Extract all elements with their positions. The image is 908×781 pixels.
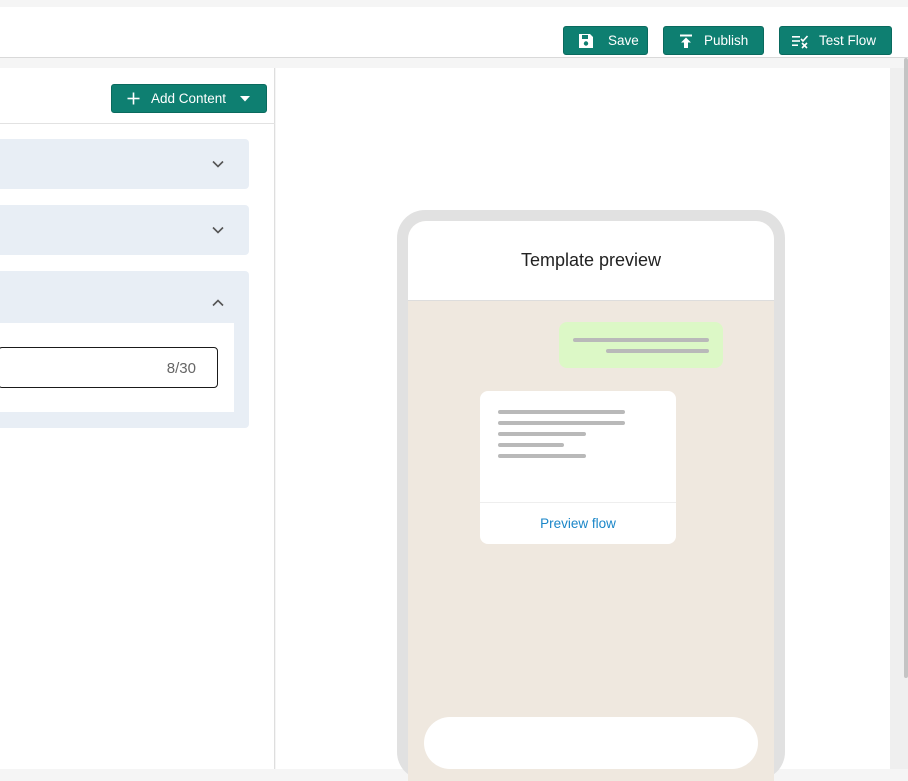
- test-flow-label: Test Flow: [819, 33, 877, 48]
- outgoing-message-bubble: [559, 322, 723, 368]
- message-placeholder-line: [498, 443, 564, 447]
- add-content-label: Add Content: [151, 91, 227, 106]
- character-counter: 8/30: [166, 360, 196, 377]
- save-button[interactable]: Save: [563, 26, 648, 55]
- save-icon: [577, 32, 595, 50]
- top-toolbar: Save Publish Test Flow: [0, 0, 908, 58]
- add-content-button[interactable]: Add Content: [111, 84, 267, 113]
- editor-panel: Add Content 8/30: [0, 68, 275, 769]
- plus-icon: [127, 92, 140, 105]
- chevron-down-icon[interactable]: [211, 157, 225, 171]
- checklist-icon: [791, 32, 809, 50]
- preview-title: Template preview: [408, 221, 774, 301]
- phone-mockup: Template preview Preview flow: [397, 210, 785, 781]
- save-label: Save: [608, 33, 639, 48]
- editor-header: Add Content: [0, 68, 275, 124]
- message-placeholder-line: [498, 454, 586, 458]
- test-flow-button[interactable]: Test Flow: [779, 26, 892, 55]
- message-placeholder-line: [498, 432, 586, 436]
- message-placeholder-line: [606, 349, 709, 353]
- message-input-bar[interactable]: [424, 717, 758, 769]
- phone-screen: Template preview Preview flow: [408, 221, 774, 781]
- caret-down-icon[interactable]: [240, 95, 251, 102]
- preview-flow-link[interactable]: Preview flow: [480, 502, 676, 544]
- message-placeholder-line: [498, 421, 625, 425]
- text-field[interactable]: 8/30: [0, 347, 218, 388]
- scrollbar[interactable]: [904, 58, 908, 678]
- accordion-section-3[interactable]: 8/30: [0, 271, 249, 428]
- accordion-section-2[interactable]: [0, 205, 249, 255]
- publish-button[interactable]: Publish: [663, 26, 764, 55]
- accordion-body: 8/30: [0, 323, 234, 412]
- message-placeholder-line: [573, 338, 709, 342]
- accordion-section-1[interactable]: [0, 139, 249, 189]
- chevron-up-icon[interactable]: [211, 296, 225, 310]
- publish-label: Publish: [704, 33, 749, 48]
- flow-message-card: Preview flow: [480, 391, 676, 544]
- chevron-down-icon[interactable]: [211, 223, 225, 237]
- message-placeholder-line: [498, 410, 625, 414]
- publish-icon: [677, 32, 695, 50]
